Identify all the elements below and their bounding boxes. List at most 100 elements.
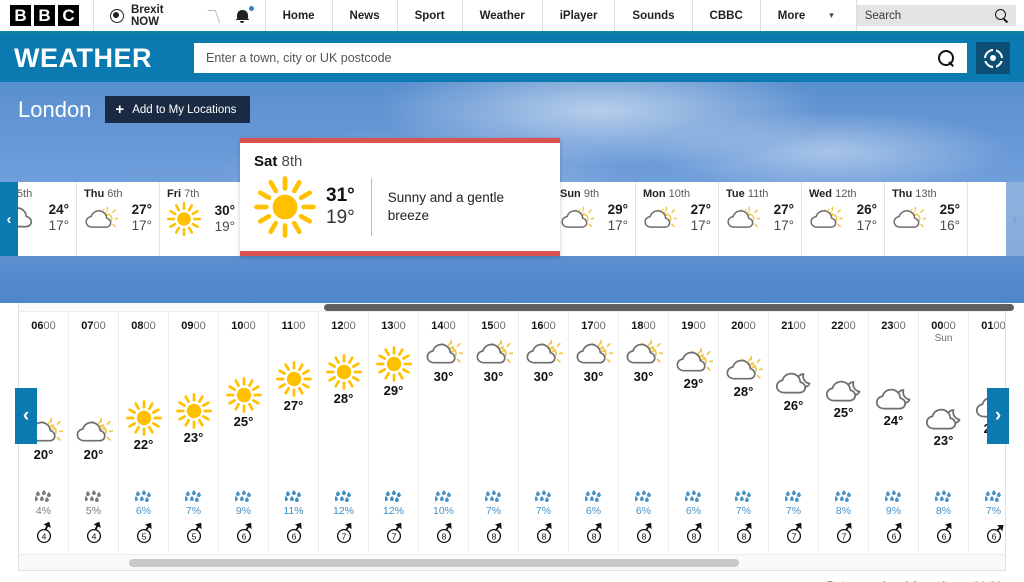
day-card[interactable]: Wed 12th 26° 17° [802, 182, 885, 256]
hour-metrics: 12% 7 [383, 490, 405, 552]
hour-metrics: 7% 5 [183, 490, 205, 552]
hour-weather-icon [325, 353, 362, 390]
day-card[interactable]: Fri 7th 30° 19° [160, 182, 243, 256]
day-label: Thu 6th [84, 188, 152, 200]
hour-card[interactable]: 1200 28° 12% 7 [319, 312, 369, 552]
notifications-button[interactable] [220, 0, 265, 31]
nav-item-sport[interactable]: Sport [398, 0, 462, 31]
day-card[interactable]: Sun 9th 29° 17° [553, 182, 636, 256]
rain-drops-icon [284, 490, 303, 503]
hour-card[interactable]: 0000 Sun 23° 8% 6 [919, 312, 969, 552]
hour-card[interactable]: 2100 26° 7% 7 [769, 312, 819, 552]
hour-time: 2200 [831, 320, 856, 332]
day-card[interactable]: Thu 13th 25° 16° [885, 182, 968, 256]
day-high-temp: 24° [48, 202, 69, 217]
day-weather-icon [560, 205, 594, 232]
search-icon[interactable] [995, 9, 1008, 22]
hour-card[interactable]: 2200 25° 8% 7 [819, 312, 869, 552]
wind-direction-icon: 4 [83, 519, 105, 544]
wind-direction-icon: 6 [233, 519, 255, 544]
scrollbar-thumb[interactable] [129, 559, 739, 567]
nav-item-more[interactable]: More [761, 0, 815, 31]
hour-metrics: 9% 6 [883, 490, 905, 552]
weather-brand-title[interactable]: WEATHER [14, 43, 194, 74]
rain-drops-icon [884, 490, 903, 503]
svg-text:8: 8 [691, 531, 696, 541]
rain-drops-icon [534, 490, 553, 503]
day-date: 7th [184, 188, 200, 200]
hourly-scrollbar-top[interactable] [19, 303, 1014, 312]
hour-time: 0700 [81, 320, 106, 332]
hour-metrics: 9% 6 [233, 490, 255, 552]
hour-stack: 30° [469, 338, 518, 384]
hour-icon-temp-area: 30° [419, 332, 468, 490]
hour-icon-temp-area: 25° [219, 332, 268, 490]
hour-temp: 27° [283, 398, 304, 414]
wind-direction-icon: 4 [33, 519, 55, 544]
hour-stack: 29° [369, 345, 418, 398]
day-dow: Mon [643, 188, 666, 200]
hourly-cards-track[interactable]: 0600 20° 4% 4 0700 20° 5% 4 0800 22° 6% … [19, 312, 1005, 552]
hourly-scrollbar-bottom[interactable] [19, 554, 1005, 570]
hour-stack: 30° [619, 338, 668, 384]
hour-icon-temp-area: 27° [269, 332, 318, 490]
day-weather-icon [643, 205, 677, 232]
day-weather-icon [18, 206, 35, 230]
chevron-down-icon[interactable]: ▾ [815, 0, 856, 31]
nav-item-weather[interactable]: Weather [463, 0, 542, 31]
day-high-temp: 30° [214, 203, 235, 219]
nav-item-home[interactable]: Home [266, 0, 332, 31]
hour-icon-temp-area: 29° [369, 332, 418, 490]
hour-card[interactable]: 1600 30° 7% 8 [519, 312, 569, 552]
wind-direction-icon: 8 [533, 519, 555, 544]
hour-card[interactable]: 2300 24° 9% 6 [869, 312, 919, 552]
hour-temp: 30° [433, 368, 454, 384]
bbc-search-input[interactable]: Search [856, 5, 1017, 26]
hour-temp: 28° [333, 390, 354, 406]
bbc-logo[interactable]: B B C [0, 0, 93, 31]
hourly-prev-button[interactable]: ‹ [15, 388, 37, 444]
add-to-my-locations-button[interactable]: + Add to My Locations [105, 96, 251, 123]
selected-day-date: 8th [281, 153, 303, 170]
daily-next-button[interactable]: › [1006, 182, 1024, 256]
hour-metrics: 6% 8 [583, 490, 605, 552]
day-card[interactable]: ed 5th 24°17° [18, 182, 77, 256]
day-card[interactable]: Mon 10th 27° 17° [636, 182, 719, 256]
search-icon[interactable] [938, 49, 955, 67]
hour-card[interactable]: 2000 28° 7% 8 [719, 312, 769, 552]
hourly-forecast-panel: ‹ › 0600 20° 4% 4 0700 20° 5% 4 0800 22°… [15, 303, 1014, 571]
day-card[interactable]: Thu 6th 27° 17° [77, 182, 160, 256]
hour-card[interactable]: 1300 29° 12% 7 [369, 312, 419, 552]
daily-prev-button[interactable]: ‹ [0, 182, 18, 256]
hour-card[interactable]: 1000 25° 9% 6 [219, 312, 269, 552]
hour-card[interactable]: 1700 30° 6% 8 [569, 312, 619, 552]
hour-card[interactable]: 1900 29° 6% 8 [669, 312, 719, 552]
svg-text:7: 7 [341, 531, 346, 541]
scrollbar-thumb[interactable] [324, 304, 1014, 311]
hour-card[interactable]: 1400 30° 10% 8 [419, 312, 469, 552]
hour-mm: 00 [443, 320, 456, 332]
day-card[interactable]: Tue 11th 27° 17° [719, 182, 802, 256]
hour-temp: 25° [233, 414, 254, 429]
rain-drops-icon [334, 490, 353, 503]
day-card-selected[interactable]: Sat 8th 31° 19° Sunny and a gentle breez… [240, 138, 560, 256]
hour-metrics: 4% 4 [33, 490, 55, 552]
hour-card[interactable]: 1500 30° 7% 8 [469, 312, 519, 552]
nav-item-cbbc[interactable]: CBBC [693, 0, 760, 31]
hourly-next-button[interactable]: › [987, 388, 1009, 444]
hour-mm: 00 [493, 320, 506, 332]
nav-item-iplayer[interactable]: iPlayer [543, 0, 615, 31]
hour-weather-icon [425, 338, 463, 368]
nav-item-news[interactable]: News [333, 0, 397, 31]
use-my-location-button[interactable] [976, 42, 1010, 74]
hour-card[interactable]: 1800 30° 6% 8 [619, 312, 669, 552]
location-search-input[interactable]: Enter a town, city or UK postcode [194, 43, 967, 73]
hour-card[interactable]: 1100 27° 11% 6 [269, 312, 319, 552]
hour-mm: 00 [943, 320, 956, 332]
nav-item-sounds[interactable]: Sounds [615, 0, 691, 31]
hour-card[interactable]: 0800 22° 6% 5 [119, 312, 169, 552]
hour-metrics: 7% 8 [533, 490, 555, 552]
hour-card[interactable]: 0700 20° 5% 4 [69, 312, 119, 552]
hour-card[interactable]: 0900 23° 7% 5 [169, 312, 219, 552]
brexit-now-link[interactable]: Brexit NOW [94, 0, 208, 31]
